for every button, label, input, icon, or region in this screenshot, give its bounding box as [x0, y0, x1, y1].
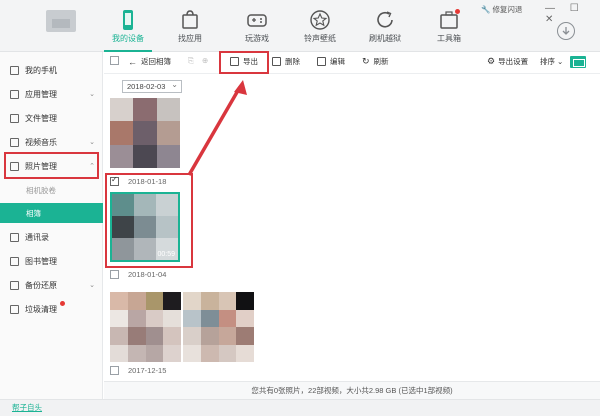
toolbar: ← 返回相簿 ⎘ ⊕ 导出 删除 编辑 ↻ 刷新 ⚙ 导出设置 排序 ⌄: [104, 52, 600, 74]
download-icon[interactable]: [557, 22, 575, 40]
select-all-checkbox[interactable]: [110, 56, 119, 65]
sidebar-item-video-music[interactable]: 视频音乐 ⌄: [0, 131, 103, 153]
sidebar-item-app-management[interactable]: 应用管理 ⌄: [0, 83, 103, 105]
backup-icon: [10, 280, 19, 290]
sidebar-item-contacts[interactable]: 通讯录: [0, 226, 103, 248]
nav-toolbox[interactable]: 工具箱: [421, 6, 477, 50]
sort-button[interactable]: 排序 ⌄: [540, 56, 563, 67]
chevron-down-icon: ⌄: [89, 139, 95, 146]
edit-icon: [317, 57, 326, 66]
group-date-2017-12-15: 2017-12-15: [110, 366, 166, 375]
back-to-albums-button[interactable]: ← 返回相簿: [128, 56, 171, 67]
photo-thumbnail[interactable]: [110, 98, 180, 168]
group-date-2018-01-04: 2018-01-04: [110, 270, 166, 279]
delete-button[interactable]: 删除: [272, 56, 300, 67]
star-icon: [310, 10, 330, 30]
chevron-down-icon: ⌄: [557, 57, 564, 66]
gamepad-icon: [247, 14, 267, 27]
nav-my-device[interactable]: 我的设备: [100, 6, 156, 52]
sidebar-item-file-management[interactable]: 文件管理: [0, 107, 103, 129]
import-icon[interactable]: ⎘: [188, 56, 194, 66]
apps-icon: [10, 89, 19, 99]
chevron-down-icon: ⌄: [89, 91, 95, 98]
annotation-highlight-selected-video: [105, 173, 193, 268]
nav-find-apps[interactable]: 找应用: [162, 6, 218, 50]
sidebar-item-backup-restore[interactable]: 备份还原 ⌄: [0, 274, 103, 296]
book-icon: [10, 256, 19, 266]
date-filter-select[interactable]: 2018-02-03: [122, 79, 182, 93]
device-avatar[interactable]: [46, 10, 76, 32]
wrench-icon: 🔧: [481, 5, 491, 14]
arrow-left-icon: ←: [128, 56, 137, 67]
chevron-down-icon: ⌄: [89, 282, 95, 289]
notification-dot: [60, 301, 65, 306]
sidebar-subitem-albums[interactable]: 相簿: [0, 203, 103, 223]
group-checkbox[interactable]: [110, 366, 119, 375]
sidebar-item-book-management[interactable]: 图书管理: [0, 250, 103, 272]
group-checkbox[interactable]: [110, 270, 119, 279]
nav-ringtones-wallpapers[interactable]: 铃声壁纸: [292, 6, 348, 50]
folder-icon: [10, 113, 19, 123]
refresh-icon: [377, 11, 393, 28]
annotation-highlight-photo-management: [4, 152, 99, 179]
window-controls[interactable]: — ☐ ✕: [545, 3, 600, 25]
annotation-highlight-export: [219, 51, 269, 74]
edit-button[interactable]: 编辑: [317, 56, 345, 67]
nav-flash-jailbreak[interactable]: 刷机越狱: [357, 6, 413, 50]
photo-thumbnail[interactable]: [110, 292, 181, 362]
sidebar-item-my-phone[interactable]: 我的手机: [0, 59, 103, 81]
phone-icon: [123, 10, 133, 30]
refresh-icon: ↻: [362, 56, 370, 66]
help-link[interactable]: 帮子自头: [12, 402, 42, 413]
grid-view-icon[interactable]: [570, 56, 586, 68]
photo-thumbnail[interactable]: [183, 292, 254, 362]
add-icon[interactable]: ⊕: [202, 56, 208, 65]
refresh-button[interactable]: ↻ 刷新: [362, 56, 389, 67]
sidebar-subitem-camera-roll[interactable]: 相机胶卷: [0, 180, 103, 200]
notification-dot: [455, 9, 460, 14]
sidebar-item-junk-cleanup[interactable]: 垃圾清理: [0, 298, 103, 320]
phone-icon: [10, 65, 19, 75]
trash-icon: [10, 304, 19, 314]
export-settings-button[interactable]: ⚙ 导出设置: [487, 56, 528, 67]
contacts-icon: [10, 232, 19, 242]
shopping-bag-icon: [182, 10, 198, 29]
status-bar: 您共有0张照片，22部视频，大小共2.98 GB (已选中1部视频): [104, 381, 600, 399]
nav-play-games[interactable]: 玩游戏: [229, 6, 285, 50]
video-icon: [10, 137, 19, 147]
gear-icon: ⚙: [487, 56, 496, 66]
repair-crash-link[interactable]: 🔧 修复闪退: [481, 4, 522, 15]
top-bar: 我的设备 找应用 玩游戏 铃声壁纸 刷机越狱 工具箱 🔧 修复闪退 — ☐ ✕: [0, 0, 600, 52]
bottom-strip: [0, 399, 600, 416]
delete-icon: [272, 57, 281, 66]
